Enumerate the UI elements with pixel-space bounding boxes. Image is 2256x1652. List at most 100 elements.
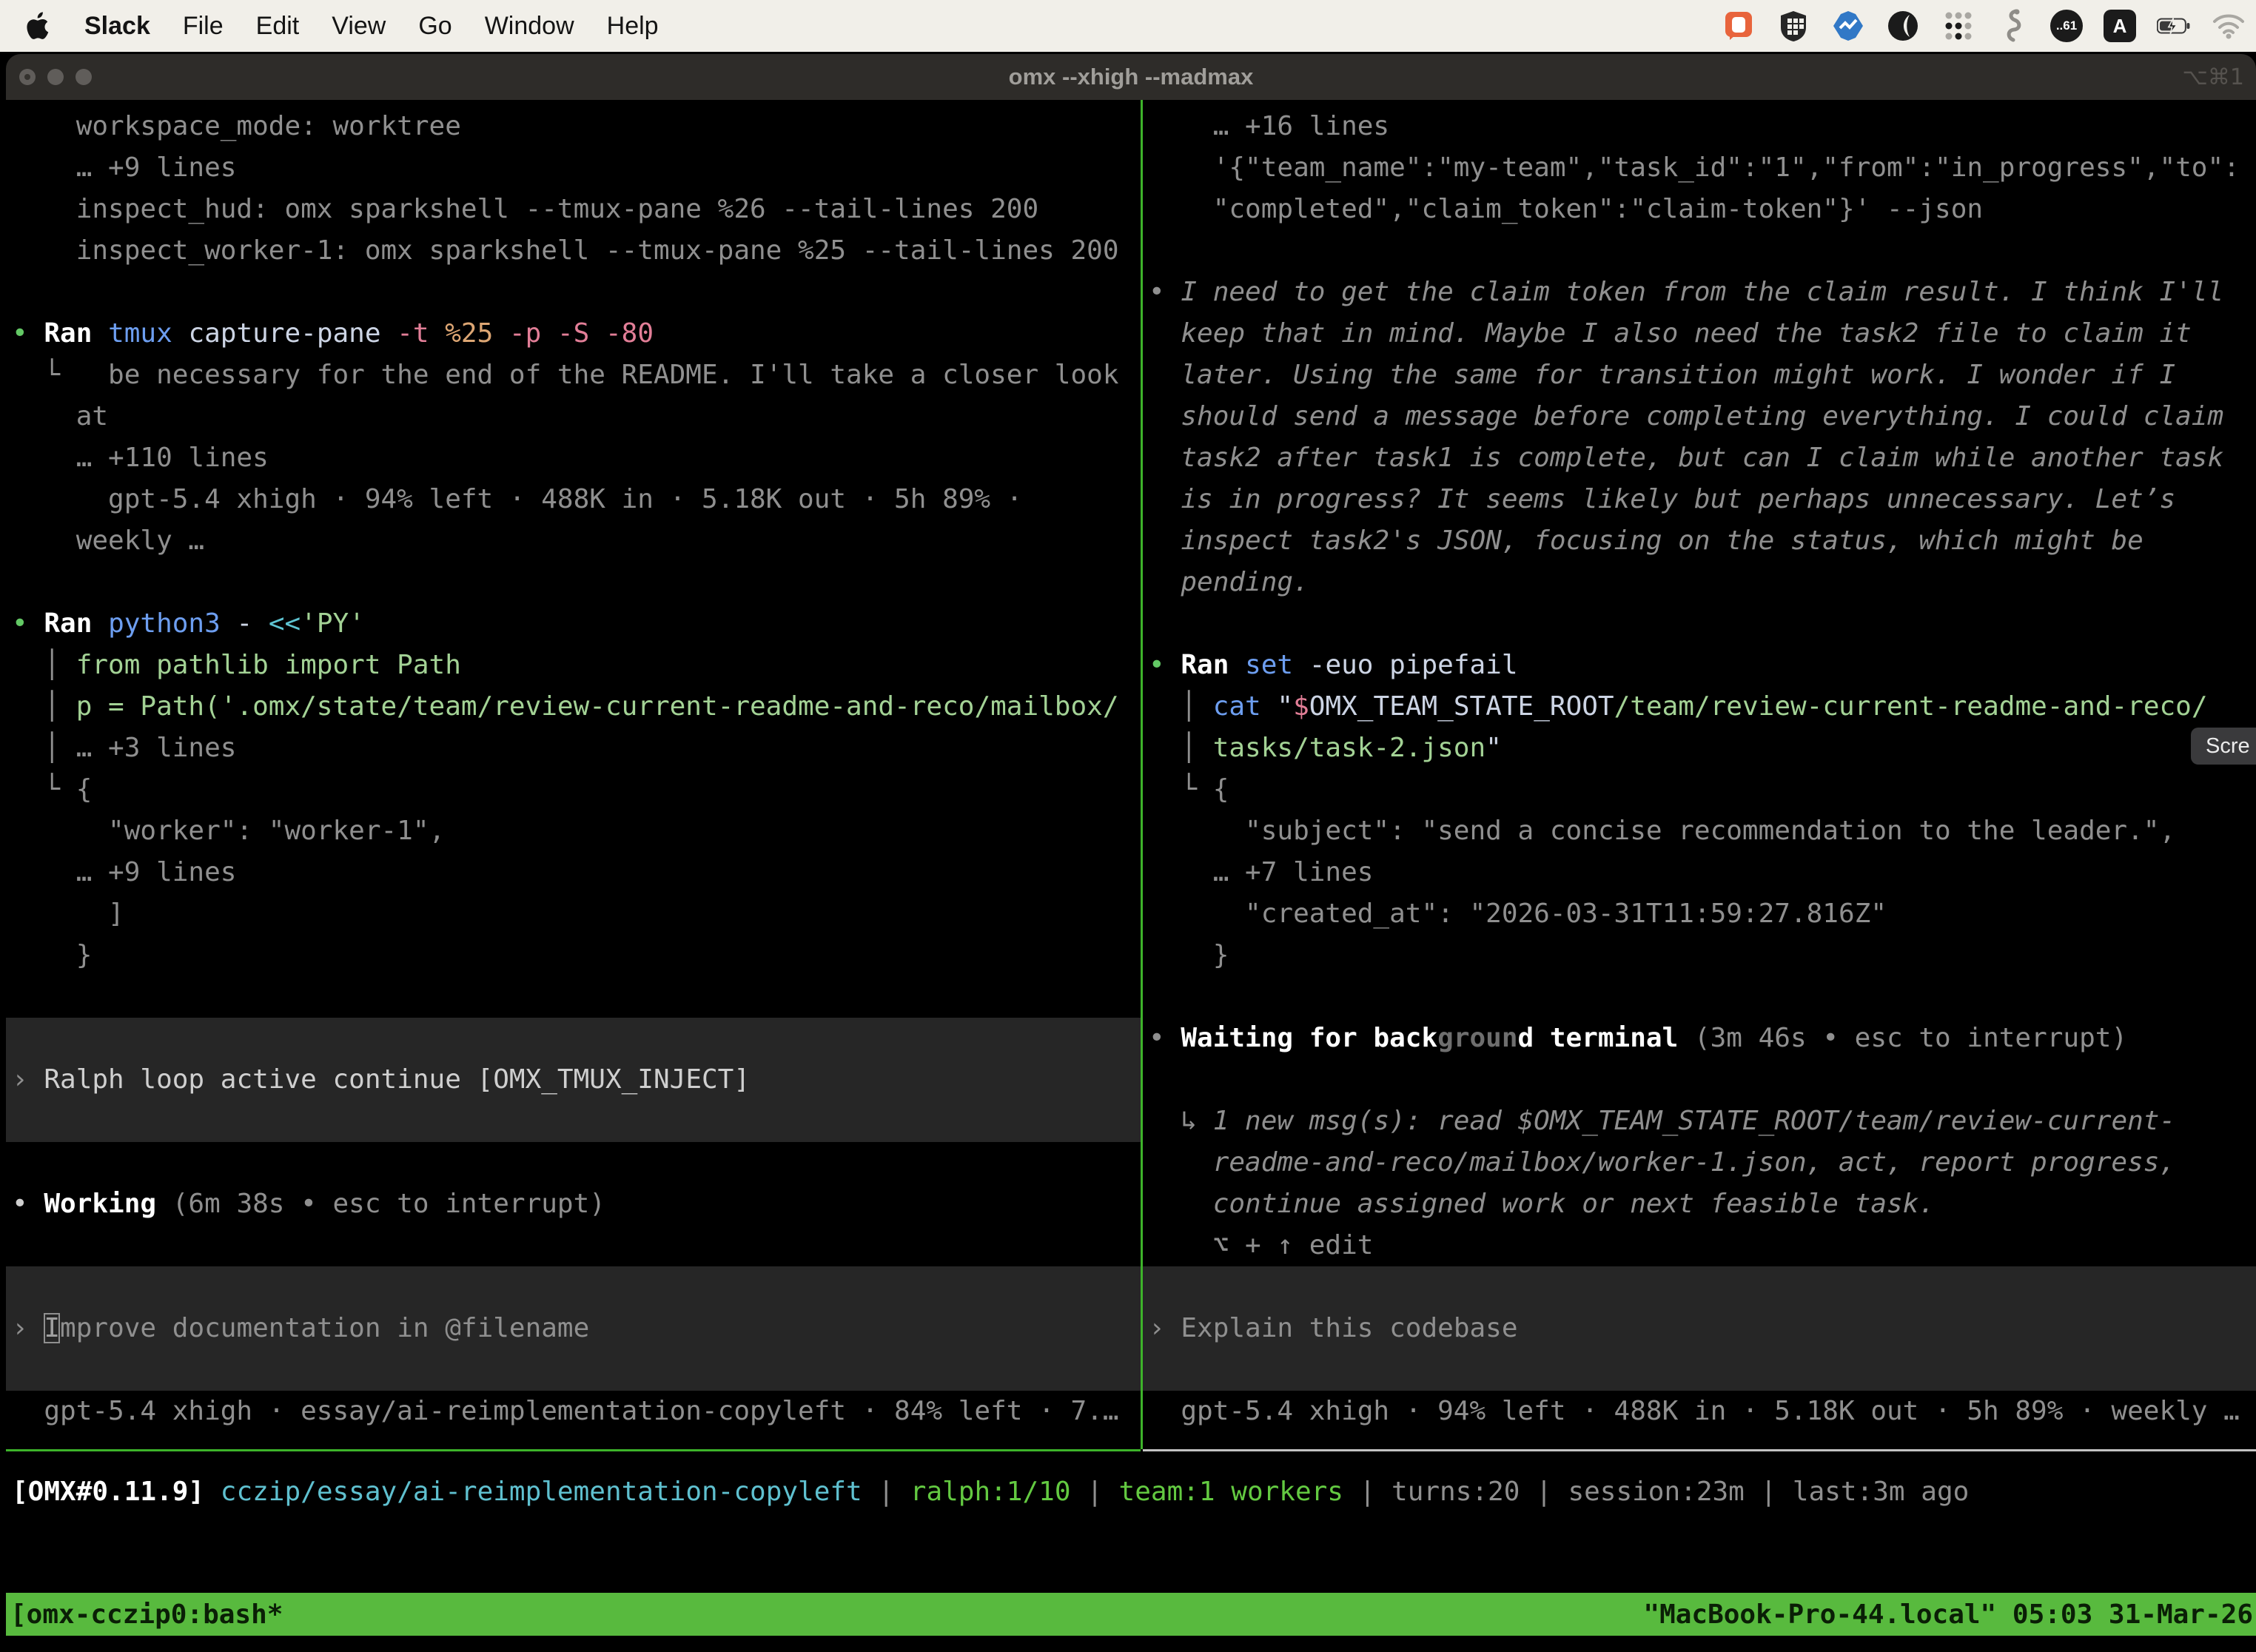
terminal-line: } bbox=[6, 935, 1141, 976]
pane-border-bottom-left bbox=[6, 1449, 1141, 1451]
terminal-line: inspect task2's JSON, focusing on the st… bbox=[1143, 520, 2256, 562]
terminal-content: workspace_mode: worktree … +9 lines insp… bbox=[6, 100, 2256, 1652]
tmux-pane-right[interactable]: … +16 lines '{"team_name":"my-team","tas… bbox=[1143, 100, 2256, 1455]
menu-item-window[interactable]: Window bbox=[485, 12, 574, 41]
terminal-line: readme-and-reco/mailbox/worker-1.json, a… bbox=[1143, 1142, 2256, 1183]
screen-tooltip: Scre bbox=[2191, 728, 2256, 765]
terminal-line: inspect_hud: omx sparkshell --tmux-pane … bbox=[6, 189, 1141, 230]
terminal-line: is in progress? It seems likely but perh… bbox=[1143, 479, 2256, 520]
dots-grid-icon[interactable] bbox=[1941, 9, 1975, 43]
close-button[interactable] bbox=[19, 69, 36, 85]
menu-item-edit[interactable]: Edit bbox=[256, 12, 300, 41]
terminal-line: '{"team_name":"my-team","task_id":"1","f… bbox=[1143, 147, 2256, 189]
terminal-line: │ tasks/task-2.json" bbox=[1143, 728, 2256, 769]
menu-item-help[interactable]: Help bbox=[607, 12, 659, 41]
terminal-line: gpt-5.4 xhigh · 94% left · 488K in · 5.1… bbox=[6, 479, 1141, 520]
terminal-line bbox=[6, 1349, 1141, 1391]
window-shortcut-hint: ⌥⌘1 bbox=[2182, 54, 2244, 100]
omx-status-line: [OMX#0.11.9] cczip/essay/ai-reimplementa… bbox=[12, 1471, 1969, 1513]
terminal-line bbox=[1143, 603, 2256, 645]
terminal-line: } bbox=[1143, 935, 2256, 976]
terminal-line: later. Using the same for transition mig… bbox=[1143, 355, 2256, 396]
pie-menu-icon[interactable] bbox=[1886, 9, 1920, 43]
terminal-line bbox=[6, 562, 1141, 603]
terminal-line: ⌥ + ↑ edit bbox=[1143, 1225, 2256, 1266]
tmux-status-bar: [omx-cczip0:bash* "MacBook-Pro-44.local"… bbox=[6, 1593, 2256, 1636]
terminal-line: continue assigned work or next feasible … bbox=[1143, 1183, 2256, 1225]
terminal-window: omx --xhigh --madmax ⌥⌘1 workspace_mode:… bbox=[6, 54, 2256, 1652]
terminal-line: └ be necessary for the end of the README… bbox=[6, 355, 1141, 396]
terminal-line: │ … +3 lines bbox=[6, 728, 1141, 769]
terminal-line bbox=[6, 1101, 1141, 1142]
terminal-line: … +110 lines bbox=[6, 437, 1141, 479]
terminal-line: "worker": "worker-1", bbox=[6, 810, 1141, 852]
terminal-line: • Ran set -euo pipefail bbox=[1143, 645, 2256, 686]
terminal-line: … +9 lines bbox=[6, 852, 1141, 893]
terminal-line: weekly … bbox=[6, 520, 1141, 562]
sync-badge-icon[interactable] bbox=[1831, 9, 1865, 43]
tmux-host-clock-label: "MacBook-Pro-44.local" 05:03 31-Mar-26 bbox=[1643, 1599, 2253, 1630]
terminal-line: should send a message before completing … bbox=[1143, 396, 2256, 437]
wifi-icon[interactable] bbox=[2212, 9, 2246, 43]
terminal-line: • Ran tmux capture-pane -t %25 -p -S -80 bbox=[6, 313, 1141, 355]
zoom-button[interactable] bbox=[75, 69, 92, 85]
dragon-icon[interactable] bbox=[1995, 9, 2030, 43]
window-titlebar[interactable]: omx --xhigh --madmax ⌥⌘1 bbox=[6, 54, 2256, 100]
apple-logo-icon[interactable] bbox=[27, 10, 53, 42]
screen: { "menu_bar": { "apple_icon": "apple-log… bbox=[0, 0, 2256, 1652]
terminal-line: … +16 lines bbox=[1143, 106, 2256, 147]
terminal-line: "subject": "send a concise recommendatio… bbox=[1143, 810, 2256, 852]
pane-border-bottom-right bbox=[1143, 1449, 2256, 1451]
tmux-pane-left[interactable]: workspace_mode: worktree … +9 lines insp… bbox=[6, 100, 1141, 1455]
input-source-icon[interactable]: A bbox=[2104, 10, 2136, 42]
menu-item-view[interactable]: View bbox=[332, 12, 386, 41]
screenshot-app-icon[interactable] bbox=[1722, 9, 1756, 43]
terminal-line: › Improve documentation in @filename bbox=[6, 1308, 1141, 1349]
terminal-line: inspect_worker-1: omx sparkshell --tmux-… bbox=[6, 230, 1141, 272]
menu-item-file[interactable]: File bbox=[183, 12, 224, 41]
terminal-line bbox=[6, 1266, 1141, 1308]
terminal-line bbox=[6, 1142, 1141, 1183]
terminal-line bbox=[6, 1018, 1141, 1059]
terminal-line bbox=[1143, 1266, 2256, 1308]
terminal-line: "completed","claim_token":"claim-token"}… bbox=[1143, 189, 2256, 230]
traffic-lights bbox=[19, 54, 92, 100]
terminal-line: • Ran python3 - <<'PY' bbox=[6, 603, 1141, 645]
terminal-line: workspace_mode: worktree bbox=[6, 106, 1141, 147]
terminal-line bbox=[1143, 1059, 2256, 1101]
terminal-line bbox=[6, 272, 1141, 313]
terminal-line: … +7 lines bbox=[1143, 852, 2256, 893]
terminal-line: │ cat "$OMX_TEAM_STATE_ROOT/team/review-… bbox=[1143, 686, 2256, 728]
menu-bar: Slack File Edit View Go Window Help ..61 A bbox=[0, 0, 2256, 52]
terminal-line: ] bbox=[6, 893, 1141, 935]
terminal-line: › Explain this codebase bbox=[1143, 1308, 2256, 1349]
window-title: omx --xhigh --madmax bbox=[6, 64, 2256, 90]
terminal-line bbox=[6, 976, 1141, 1018]
terminal-line: pending. bbox=[1143, 562, 2256, 603]
terminal-line bbox=[1143, 1349, 2256, 1391]
menu-item-go[interactable]: Go bbox=[418, 12, 451, 41]
terminal-line bbox=[1143, 976, 2256, 1018]
minimize-button[interactable] bbox=[47, 69, 64, 85]
menu-items: Slack File Edit View Go Window Help bbox=[84, 12, 659, 41]
terminal-line: │ from pathlib import Path bbox=[6, 645, 1141, 686]
privacy-grid-icon[interactable] bbox=[1776, 9, 1810, 43]
menu-bar-status-icons: ..61 A bbox=[1722, 9, 2256, 43]
terminal-line: › Ralph loop active continue [OMX_TMUX_I… bbox=[6, 1059, 1141, 1101]
menu-item-slack[interactable]: Slack bbox=[84, 12, 150, 41]
terminal-line: gpt-5.4 xhigh · 94% left · 488K in · 5.1… bbox=[1143, 1391, 2256, 1432]
terminal-line: … +9 lines bbox=[6, 147, 1141, 189]
terminal-line: • Waiting for background terminal (3m 46… bbox=[1143, 1018, 2256, 1059]
battery-charging-icon[interactable] bbox=[2157, 9, 2191, 43]
terminal-line: keep that in mind. Maybe I also need the… bbox=[1143, 313, 2256, 355]
terminal-line: ↳ 1 new msg(s): read $OMX_TEAM_STATE_ROO… bbox=[1143, 1101, 2256, 1142]
count-badge-icon[interactable]: ..61 bbox=[2050, 10, 2083, 42]
terminal-line: gpt-5.4 xhigh · essay/ai-reimplementatio… bbox=[6, 1391, 1141, 1432]
tmux-session-label: [omx-cczip0:bash* bbox=[10, 1599, 283, 1630]
terminal-line bbox=[1143, 230, 2256, 272]
terminal-line: at bbox=[6, 396, 1141, 437]
terminal-line: │ p = Path('.omx/state/team/review-curre… bbox=[6, 686, 1141, 728]
terminal-line: └ { bbox=[6, 769, 1141, 810]
terminal-line: "created_at": "2026-03-31T11:59:27.816Z" bbox=[1143, 893, 2256, 935]
terminal-line: • I need to get the claim token from the… bbox=[1143, 272, 2256, 313]
